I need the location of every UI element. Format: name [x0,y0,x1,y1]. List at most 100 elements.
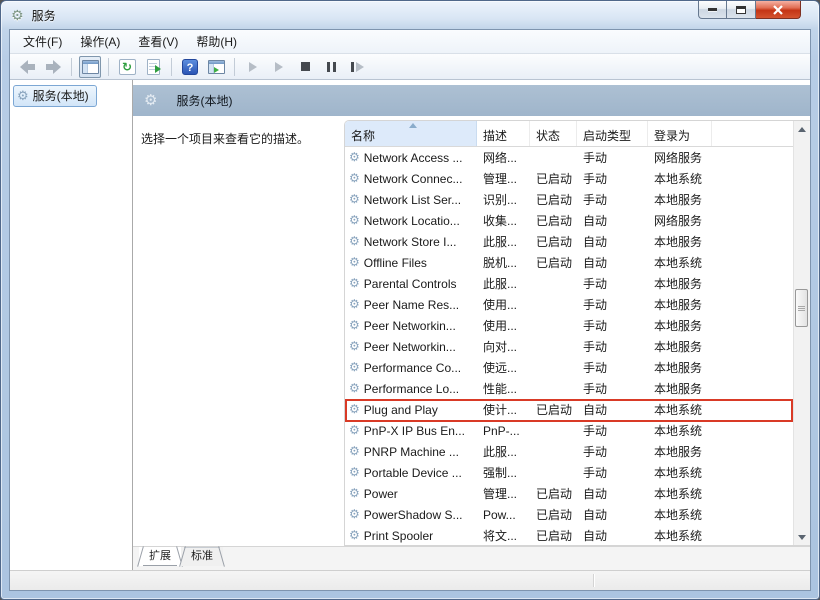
service-logon-as: 本地系统 [654,172,703,186]
service-logon-as: 本地服务 [654,277,703,291]
scroll-down-button[interactable] [794,529,810,545]
table-row[interactable]: ⚙ Network List Ser... 识别... 已启动 手动 本地服务 [345,189,793,210]
column-header-description[interactable]: 描述 [477,121,530,146]
start-icon [249,61,257,72]
service-name: Peer Networkin... [363,339,456,354]
tab-standard[interactable]: 标准 [179,546,225,567]
column-header-logon-as[interactable]: 登录为 [648,121,712,146]
table-row[interactable]: ⚙ PnP-X IP Bus En... PnP-... 手动 本地系统 [345,420,793,441]
service-logon-as: 网络服务 [654,151,703,165]
maximize-icon [736,5,746,14]
service-startup-type: 自动 [583,529,608,543]
table-row[interactable]: ⚙ Peer Name Res... 使用... 手动 本地服务 [345,294,793,315]
window-controls [698,1,801,19]
close-button[interactable] [756,1,801,19]
table-row[interactable]: ⚙ Plug and Play 使计... 已启动 自动 本地系统 [345,399,793,420]
show-console-tree-button[interactable] [79,55,101,78]
service-gear-icon: ⚙ [349,234,360,248]
service-name: PowerShadow S... [363,507,463,522]
table-row[interactable]: ⚙ Power 管理... 已启动 自动 本地系统 [345,483,793,504]
band-title: 服务(本地) [176,94,233,108]
action-pane-icon [207,59,225,74]
start-service-button[interactable] [242,56,264,78]
service-logon-as: 本地服务 [654,319,703,333]
table-row[interactable]: ⚙ Peer Networkin... 使用... 手动 本地服务 [345,315,793,336]
toolbar-separator [71,57,72,76]
table-row[interactable]: ⚙ Network Connec... 管理... 已启动 手动 本地系统 [345,168,793,189]
menu-file[interactable]: 文件(F) [14,30,71,53]
back-button[interactable] [16,56,38,78]
stop-service-button[interactable] [294,56,316,78]
restart-service-button[interactable] [346,56,368,78]
column-header-status[interactable]: 状态 [530,121,577,146]
tree-item-services-local[interactable]: ⚙ 服务(本地) [13,85,97,107]
scrollbar-thumb[interactable] [795,289,808,327]
service-logon-as: 本地服务 [654,193,703,207]
table-row[interactable]: ⚙ PNRP Machine ... 此服... 手动 本地服务 [345,441,793,462]
service-startup-type: 手动 [583,424,608,438]
service-logon-as: 本地系统 [654,403,703,417]
service-description: Pow... [483,507,516,522]
service-status: 已启动 [536,403,573,417]
refresh-button[interactable]: ↻ [116,56,138,78]
table-row[interactable]: ⚙ Portable Device ... 强制... 手动 本地系统 [345,462,793,483]
service-startup-type: 手动 [583,466,608,480]
maximize-button[interactable] [727,1,756,19]
resume-service-button[interactable] [268,56,290,78]
service-startup-type: 手动 [583,340,608,354]
service-name: Offline Files [363,255,427,270]
table-row[interactable]: ⚙ Peer Networkin... 向对... 手动 本地服务 [345,336,793,357]
window-title: 服务 [31,8,56,23]
stop-icon [300,62,310,71]
list-header: 名称 描述 状态 启动类型 登录为 [345,121,793,147]
window-body: 文件(F) 操作(A) 查看(V) 帮助(H) ↻ ? ⚙ 服务(本地) ⚙ 服… [9,29,811,591]
table-row[interactable]: ⚙ Offline Files 脱机... 已启动 自动 本地系统 [345,252,793,273]
close-icon [773,4,783,15]
pause-service-button[interactable] [320,56,342,78]
service-gear-icon: ⚙ [349,213,360,227]
menu-help[interactable]: 帮助(H) [187,30,246,53]
restart-icon [350,61,364,72]
vertical-scrollbar[interactable] [793,121,810,545]
table-row[interactable]: ⚙ Network Store I... 此服... 已启动 自动 本地服务 [345,231,793,252]
service-gear-icon: ⚙ [349,192,360,206]
service-gear-icon: ⚙ [349,465,360,479]
forward-button[interactable] [42,56,64,78]
column-header-name[interactable]: 名称 [345,121,477,146]
export-list-icon [146,58,161,75]
table-row[interactable]: ⚙ Network Locatio... 收集... 已启动 自动 网络服务 [345,210,793,231]
service-startup-type: 手动 [583,445,608,459]
table-row[interactable]: ⚙ Network Access ... 网络... 手动 网络服务 [345,147,793,168]
menu-view[interactable]: 查看(V) [129,30,187,53]
help-button[interactable]: ? [179,56,201,78]
minimize-button[interactable] [698,1,727,19]
service-name: Performance Lo... [363,381,460,396]
column-header-startup-type[interactable]: 启动类型 [577,121,648,146]
service-startup-type: 自动 [583,487,608,501]
service-startup-type: 自动 [583,214,608,228]
export-list-button[interactable] [142,56,164,78]
services-console-window: ⚙ 服务 文件(F) 操作(A) 查看(V) 帮助(H) ↻ ? ⚙ 服务(本地… [0,0,820,600]
service-logon-as: 本地服务 [654,235,703,249]
service-description: 收集... [483,214,518,228]
tab-extended[interactable]: 扩展 [137,546,183,567]
service-gear-icon: ⚙ [349,339,360,353]
scroll-up-button[interactable] [794,121,810,137]
service-description: 识别... [483,193,518,207]
toolbar-separator [171,57,172,76]
menu-action[interactable]: 操作(A) [71,30,129,53]
menu-bar: 文件(F) 操作(A) 查看(V) 帮助(H) [10,30,810,54]
service-name: Network Locatio... [363,213,460,228]
table-row[interactable]: ⚙ Performance Lo... 性能... 手动 本地服务 [345,378,793,399]
toolbar: ↻ ? [10,54,810,80]
resume-icon [275,61,283,72]
table-row[interactable]: ⚙ Parental Controls 此服... 手动 本地服务 [345,273,793,294]
service-logon-as: 网络服务 [654,214,703,228]
table-row[interactable]: ⚙ Performance Co... 使远... 手动 本地服务 [345,357,793,378]
service-description: 向对... [483,340,518,354]
show-action-pane-button[interactable] [205,56,227,78]
table-row[interactable]: ⚙ PowerShadow S... Pow... 已启动 自动 本地系统 [345,504,793,525]
service-startup-type: 自动 [583,403,608,417]
table-row[interactable]: ⚙ Print Spooler 将文... 已启动 自动 本地系统 [345,525,793,545]
service-description: 使远... [483,361,518,375]
